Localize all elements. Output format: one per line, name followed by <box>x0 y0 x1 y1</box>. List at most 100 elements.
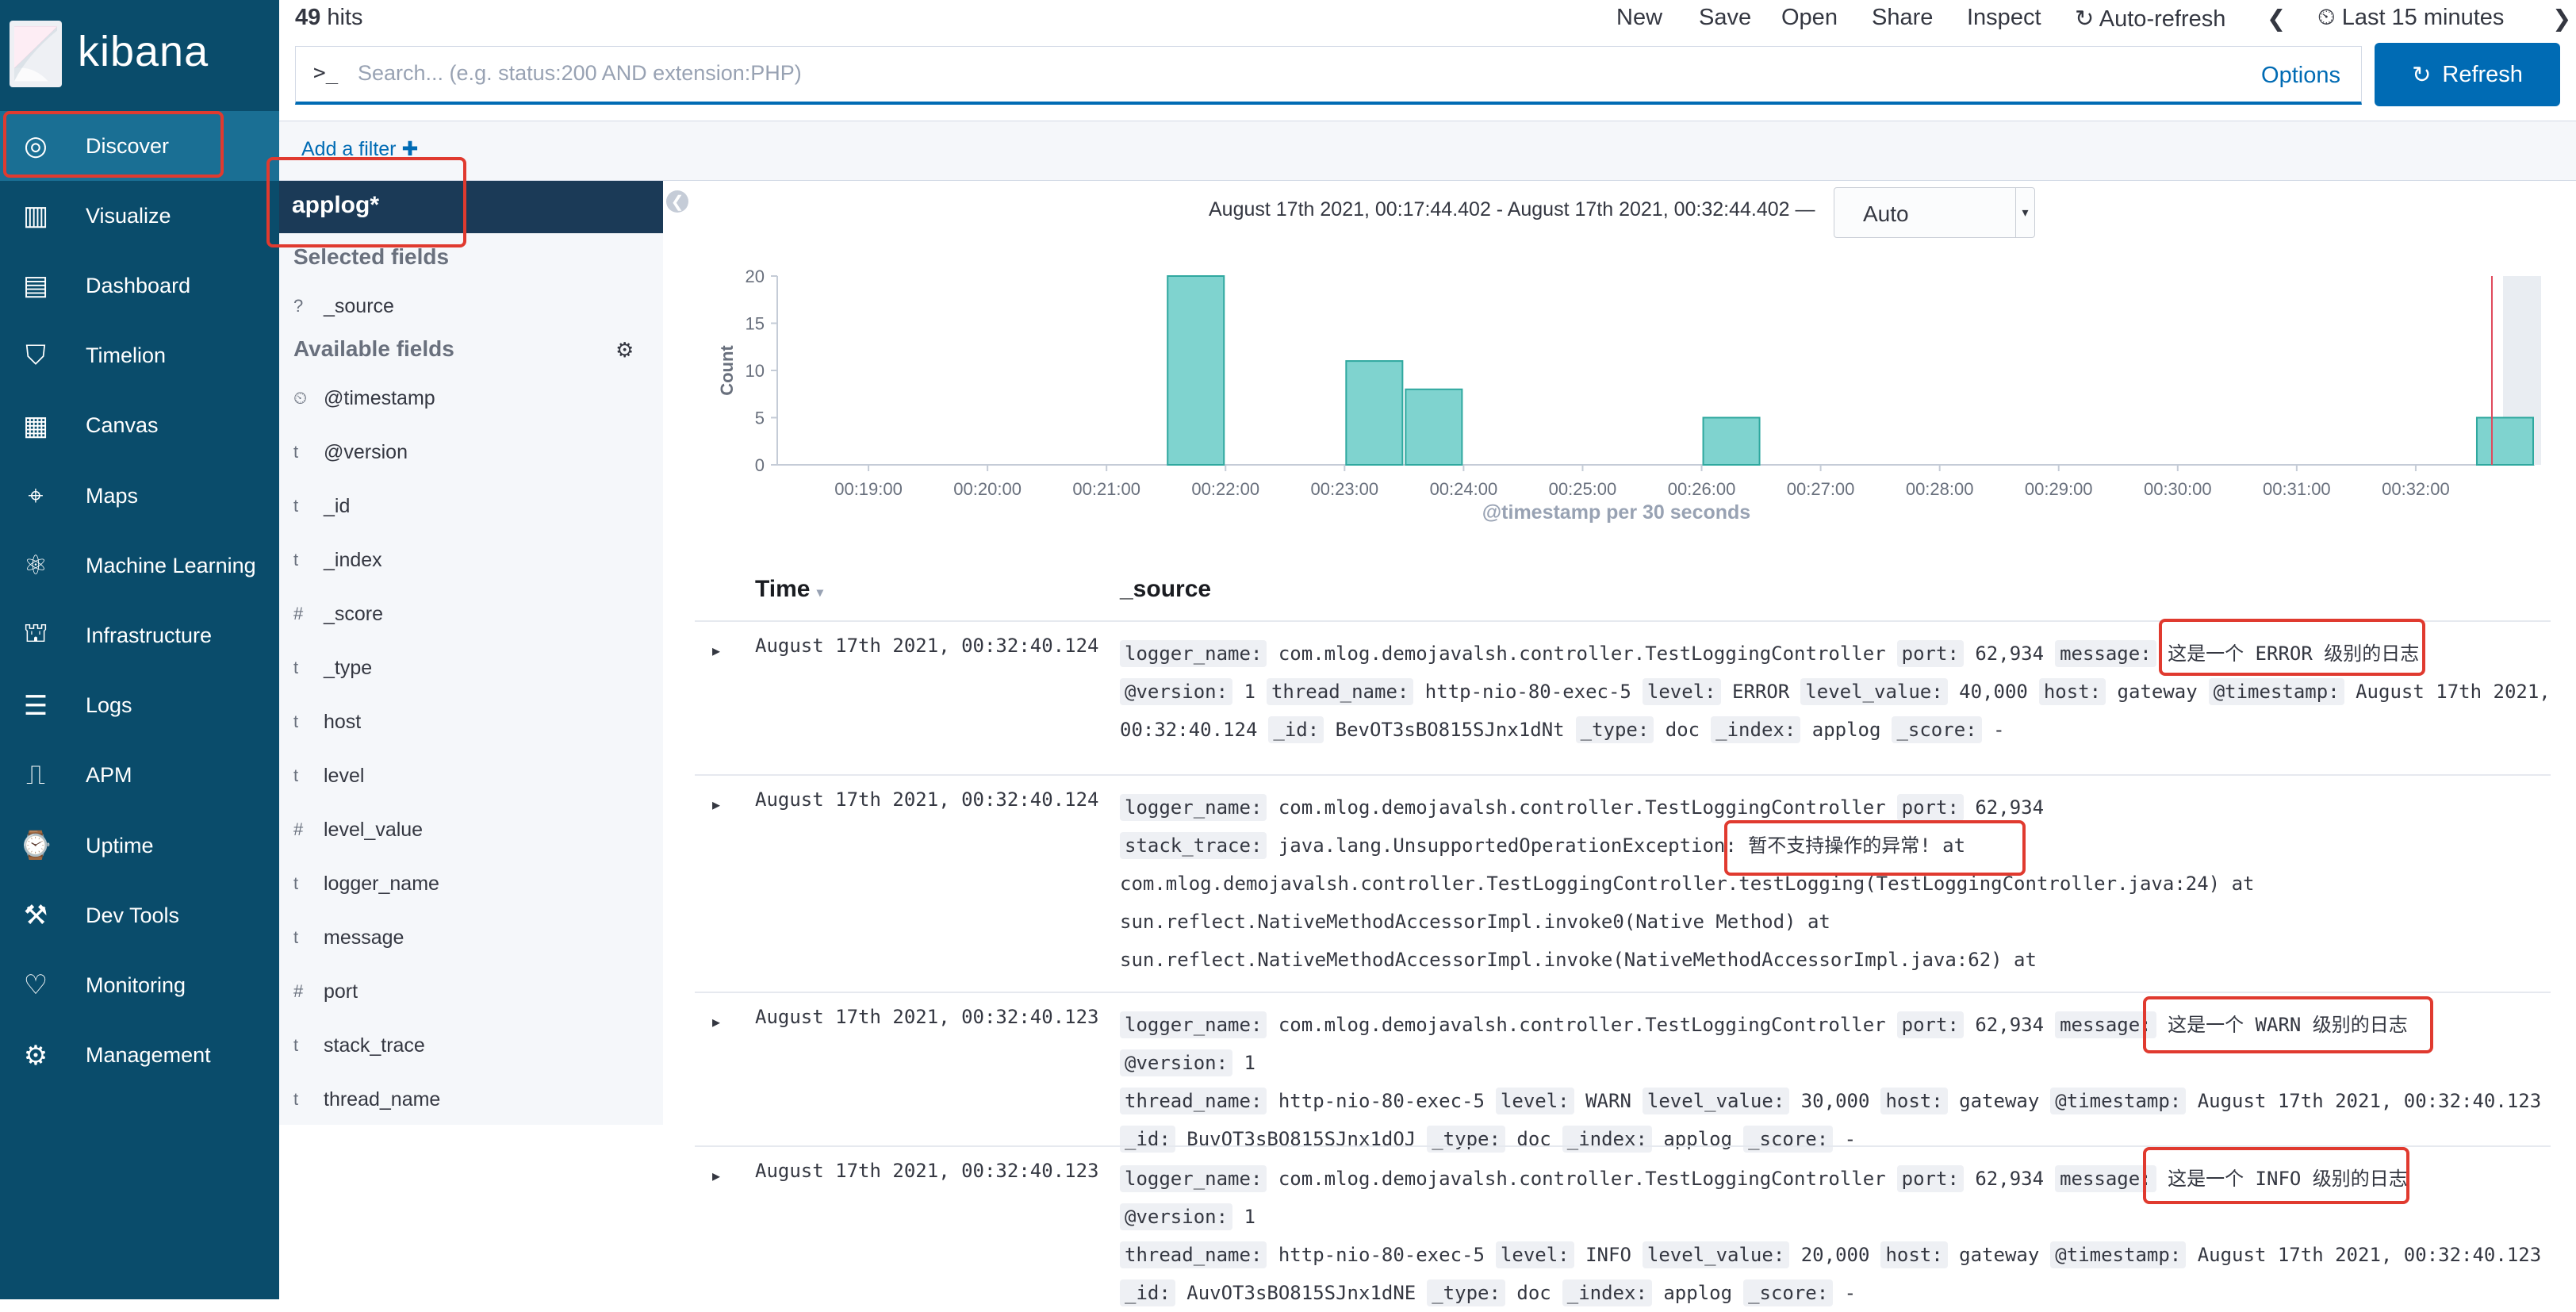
interval-select[interactable]: Auto ▾ <box>1834 187 2035 238</box>
field-item[interactable]: t level <box>293 752 642 800</box>
query-language-icon[interactable]: >_ <box>313 61 338 85</box>
field-item[interactable]: t @version <box>293 428 642 476</box>
nav-item-management[interactable]: ⚙ Management <box>0 1021 279 1091</box>
source-field-key: host: <box>1880 1088 1948 1114</box>
expand-row-icon[interactable]: ▸ <box>712 1166 720 1186</box>
dev-tools-icon: ⚒ <box>23 900 48 931</box>
field-type-icon: t <box>293 1089 299 1109</box>
field-list: applog* Selected fields ? _source Availab… <box>279 181 663 1125</box>
add-filter-button[interactable]: Add a filter ✚ <box>301 137 418 161</box>
row-source: logger_name: com.mlog.demojavalsh.contro… <box>1120 1160 2541 1312</box>
source-field-key: level: <box>1495 1241 1574 1268</box>
expand-row-icon[interactable]: ▸ <box>712 1012 720 1032</box>
field-name: _index <box>324 548 382 571</box>
y-axis-title: Count <box>717 345 737 396</box>
source-field: @timestamp: August 17th 2021, 00:32:40.1… <box>2050 1088 2541 1114</box>
table-row[interactable]: ▸ August 17th 2021, 00:32:40.124 logger_na… <box>695 774 2551 992</box>
options-button[interactable]: Options <box>2261 63 2340 89</box>
source-field: _score: - <box>1892 716 2005 743</box>
field-item[interactable]: ⏲ @timestamp <box>293 374 642 422</box>
nav-item-infrastructure[interactable]: ⛫ Infrastructure <box>0 600 279 670</box>
auto-refresh-button[interactable]: ↻ Auto-refresh <box>2075 5 2225 33</box>
refresh-icon: ↻ <box>2075 6 2095 32</box>
field-name: message <box>324 926 404 949</box>
nav-item-visualize[interactable]: ▥ Visualize <box>0 181 279 251</box>
nav-item-logs[interactable]: ☰ Logs <box>0 671 279 741</box>
field-item[interactable]: # level_value <box>293 806 642 854</box>
field-item[interactable]: t message <box>293 914 642 961</box>
search-bar[interactable]: >_ Search... (e.g. status:200 AND extens… <box>295 46 2362 105</box>
time-previous-icon[interactable]: ❮ <box>2267 5 2286 33</box>
x-tick-label: 00:32:00 <box>2382 479 2450 499</box>
table-row[interactable]: ▸ August 17th 2021, 00:32:40.123 logger_na… <box>695 1145 2551 1306</box>
nav-item-monitoring[interactable]: ♡ Monitoring <box>0 950 279 1020</box>
x-tick-label: 00:21:00 <box>1072 479 1140 499</box>
field-item[interactable]: t stack_trace <box>293 1022 642 1069</box>
index-pattern-selector[interactable]: applog* <box>279 181 663 233</box>
field-item[interactable]: # port <box>293 968 642 1015</box>
source-field-value: INFO <box>1585 1244 1631 1266</box>
source-field: port: 62,934 <box>1896 1165 2044 1192</box>
field-item[interactable]: t host <box>293 698 642 746</box>
kibana-logo[interactable]: kibana <box>0 0 279 109</box>
field-item[interactable]: t _type <box>293 644 642 692</box>
field-name: @version <box>324 440 408 463</box>
new-button[interactable]: New <box>1616 5 1662 31</box>
field-item[interactable]: t _id <box>293 482 642 530</box>
field-item[interactable]: t logger_name <box>293 860 642 907</box>
source-field-value: - <box>1844 1282 1857 1304</box>
top-bar: 49 hits New Save Open Share Inspect ↻ Au… <box>279 0 2576 41</box>
source-field-key: _type: <box>1427 1279 1505 1306</box>
field-name: port <box>324 980 358 1003</box>
expand-row-icon[interactable]: ▸ <box>712 641 720 661</box>
nav-item-dev-tools[interactable]: ⚒ Dev Tools <box>0 880 279 950</box>
open-button[interactable]: Open <box>1781 5 1838 31</box>
source-field-key: logger_name: <box>1120 1165 1267 1192</box>
source-field-value: sun.reflect.NativeMethodAccessorImpl.inv… <box>1120 911 1830 933</box>
source-field-key: @timestamp: <box>2050 1088 2187 1114</box>
field-type-icon: t <box>293 712 299 731</box>
nav-item-uptime[interactable]: ⌚ Uptime <box>0 811 279 880</box>
field-type-icon: # <box>293 604 304 623</box>
expand-row-icon[interactable]: ▸ <box>712 795 720 815</box>
time-next-icon[interactable]: ❯ <box>2552 5 2571 33</box>
nav-item-machine-learning[interactable]: ⚛ Machine Learning <box>0 531 279 600</box>
refresh-button[interactable]: ↻ Refresh <box>2375 43 2560 106</box>
table-row[interactable]: ▸ August 17th 2021, 00:32:40.123 logger_na… <box>695 992 2551 1153</box>
time-column-header[interactable]: Time ▾ <box>755 576 823 603</box>
source-field-key: level_value: <box>1642 1088 1790 1114</box>
nav-item-dashboard[interactable]: ▤ Dashboard <box>0 251 279 320</box>
source-field: @version: 1 <box>1120 1203 1255 1230</box>
nav-item-timelion[interactable]: ⛉ Timelion <box>0 321 279 391</box>
nav-item-discover[interactable]: ◎ Discover <box>0 111 279 181</box>
share-button[interactable]: Share <box>1872 5 1933 31</box>
field-item[interactable]: t thread_name <box>293 1076 642 1123</box>
collapse-sidebar-icon[interactable]: ❮ <box>666 190 688 213</box>
nav-item-canvas[interactable]: ▦ Canvas <box>0 391 279 461</box>
x-tick-label: 00:19:00 <box>834 479 903 499</box>
nav-item-maps[interactable]: ⌖ Maps <box>0 461 279 531</box>
source-line: thread_name: http-nio-80-exec-5 level: IN… <box>1120 1236 2541 1274</box>
field-item[interactable]: ? _source <box>293 282 642 330</box>
sort-icon[interactable]: ▾ <box>817 586 823 600</box>
clock-icon: ⏲ <box>2317 5 2336 30</box>
search-input[interactable]: Search... (e.g. status:200 AND extension… <box>358 61 802 86</box>
source-field-key: _index: <box>1562 1279 1652 1306</box>
source-field-value: http-nio-80-exec-5 <box>1278 1090 1485 1112</box>
time-picker-button[interactable]: ⏲ Last 15 minutes <box>2317 5 2504 31</box>
source-field-key: message: <box>2055 1165 2156 1192</box>
gear-icon[interactable]: ⚙ <box>615 338 634 363</box>
table-row[interactable]: ▸ August 17th 2021, 00:32:40.124 logger_na… <box>695 620 2551 774</box>
visualize-icon: ▥ <box>22 201 49 232</box>
nav-item-apm[interactable]: ⎍ APM <box>0 741 279 811</box>
field-type-icon: # <box>293 819 304 839</box>
source-field-value: com.mlog.demojavalsh.controller.TestLogg… <box>1278 1168 1886 1190</box>
inspect-button[interactable]: Inspect <box>1967 5 2041 31</box>
source-field-value: 30,000 <box>1800 1090 1870 1112</box>
source-field-value: 62,934 <box>1975 1014 2045 1036</box>
field-type-icon: t <box>293 496 299 516</box>
field-item[interactable]: # _score <box>293 590 642 638</box>
save-button[interactable]: Save <box>1699 5 1751 31</box>
source-field: message: 这是一个 ERROR 级别的日志 <box>2055 640 2419 667</box>
field-item[interactable]: t _index <box>293 536 642 584</box>
